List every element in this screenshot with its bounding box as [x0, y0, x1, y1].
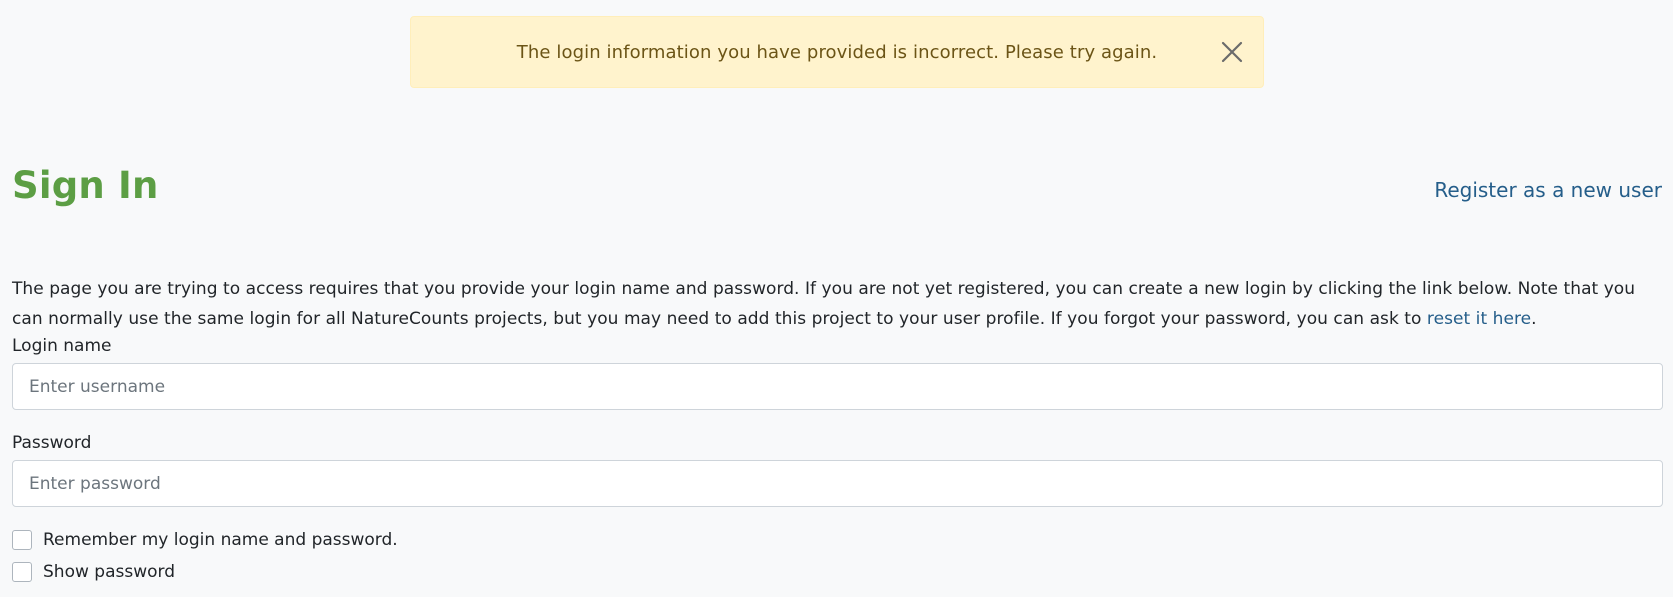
show-password-row[interactable]: Show password [12, 562, 175, 582]
reset-password-link[interactable]: reset it here [1427, 309, 1531, 329]
password-label: Password [12, 433, 92, 453]
password-input[interactable] [12, 460, 1663, 507]
username-input[interactable] [12, 363, 1663, 410]
remember-me-label: Remember my login name and password. [43, 530, 398, 550]
login-name-label: Login name [12, 336, 112, 356]
error-alert: The login information you have provided … [410, 16, 1264, 88]
intro-paragraph: The page you are trying to access requir… [12, 274, 1664, 334]
intro-suffix: . [1531, 309, 1537, 329]
remember-me-row[interactable]: Remember my login name and password. [12, 530, 398, 550]
show-password-checkbox[interactable] [12, 562, 32, 582]
sign-in-page: The login information you have provided … [0, 0, 1673, 597]
page-title: Sign In [12, 164, 159, 207]
show-password-label: Show password [43, 562, 175, 582]
alert-message: The login information you have provided … [516, 41, 1158, 63]
register-link[interactable]: Register as a new user [1434, 178, 1662, 202]
remember-me-checkbox[interactable] [12, 530, 32, 550]
intro-text: The page you are trying to access requir… [12, 279, 1636, 329]
close-icon[interactable] [1219, 39, 1245, 65]
close-icon-glyph [1221, 41, 1243, 63]
